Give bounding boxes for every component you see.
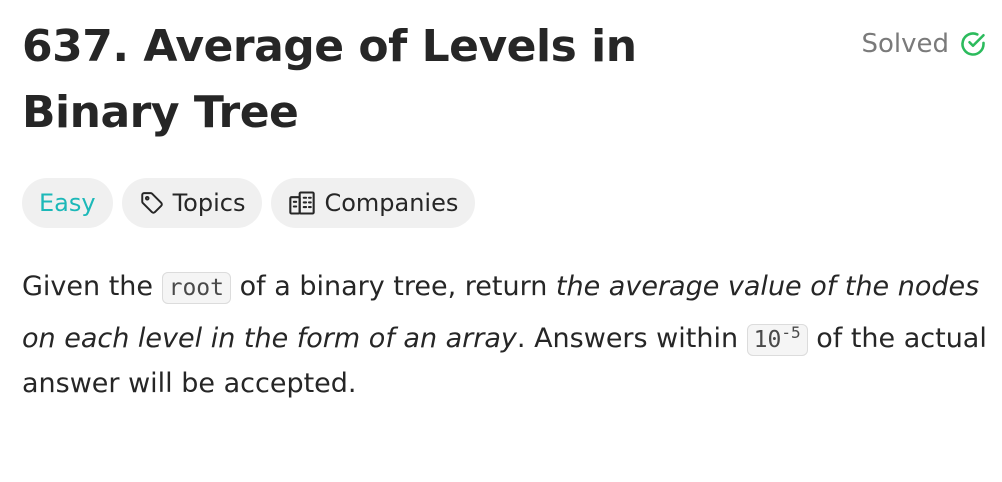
difficulty-label: Easy bbox=[39, 189, 96, 217]
topics-button[interactable]: Topics bbox=[121, 178, 263, 228]
problem-description: Given the root of a binary tree, return … bbox=[22, 265, 987, 407]
problem-tags: Easy Topics Companies bbox=[22, 178, 987, 228]
inline-code-root: root bbox=[161, 272, 231, 304]
topics-label: Topics bbox=[172, 189, 246, 217]
check-circle-icon bbox=[959, 30, 987, 58]
desc-text-1: Given the bbox=[22, 271, 162, 302]
solved-status: Solved bbox=[861, 29, 987, 59]
solved-label: Solved bbox=[861, 29, 949, 59]
difficulty-badge: Easy bbox=[22, 178, 113, 228]
building-icon bbox=[288, 189, 316, 217]
problem-panel: 637. Average of Levels in Binary Tree So… bbox=[22, 14, 987, 407]
tolerance-exponent: -5 bbox=[781, 322, 801, 342]
problem-header: 637. Average of Levels in Binary Tree So… bbox=[22, 14, 987, 146]
problem-title[interactable]: 637. Average of Levels in Binary Tree bbox=[22, 14, 782, 146]
desc-text-2: of a binary tree, return bbox=[231, 271, 556, 302]
tolerance-base: 10 bbox=[753, 326, 782, 353]
tag-icon bbox=[139, 190, 165, 216]
companies-button[interactable]: Companies bbox=[271, 178, 476, 228]
inline-code-tolerance: 10-5 bbox=[746, 322, 808, 356]
desc-text-3: . Answers within bbox=[516, 322, 747, 354]
companies-label: Companies bbox=[324, 189, 459, 217]
